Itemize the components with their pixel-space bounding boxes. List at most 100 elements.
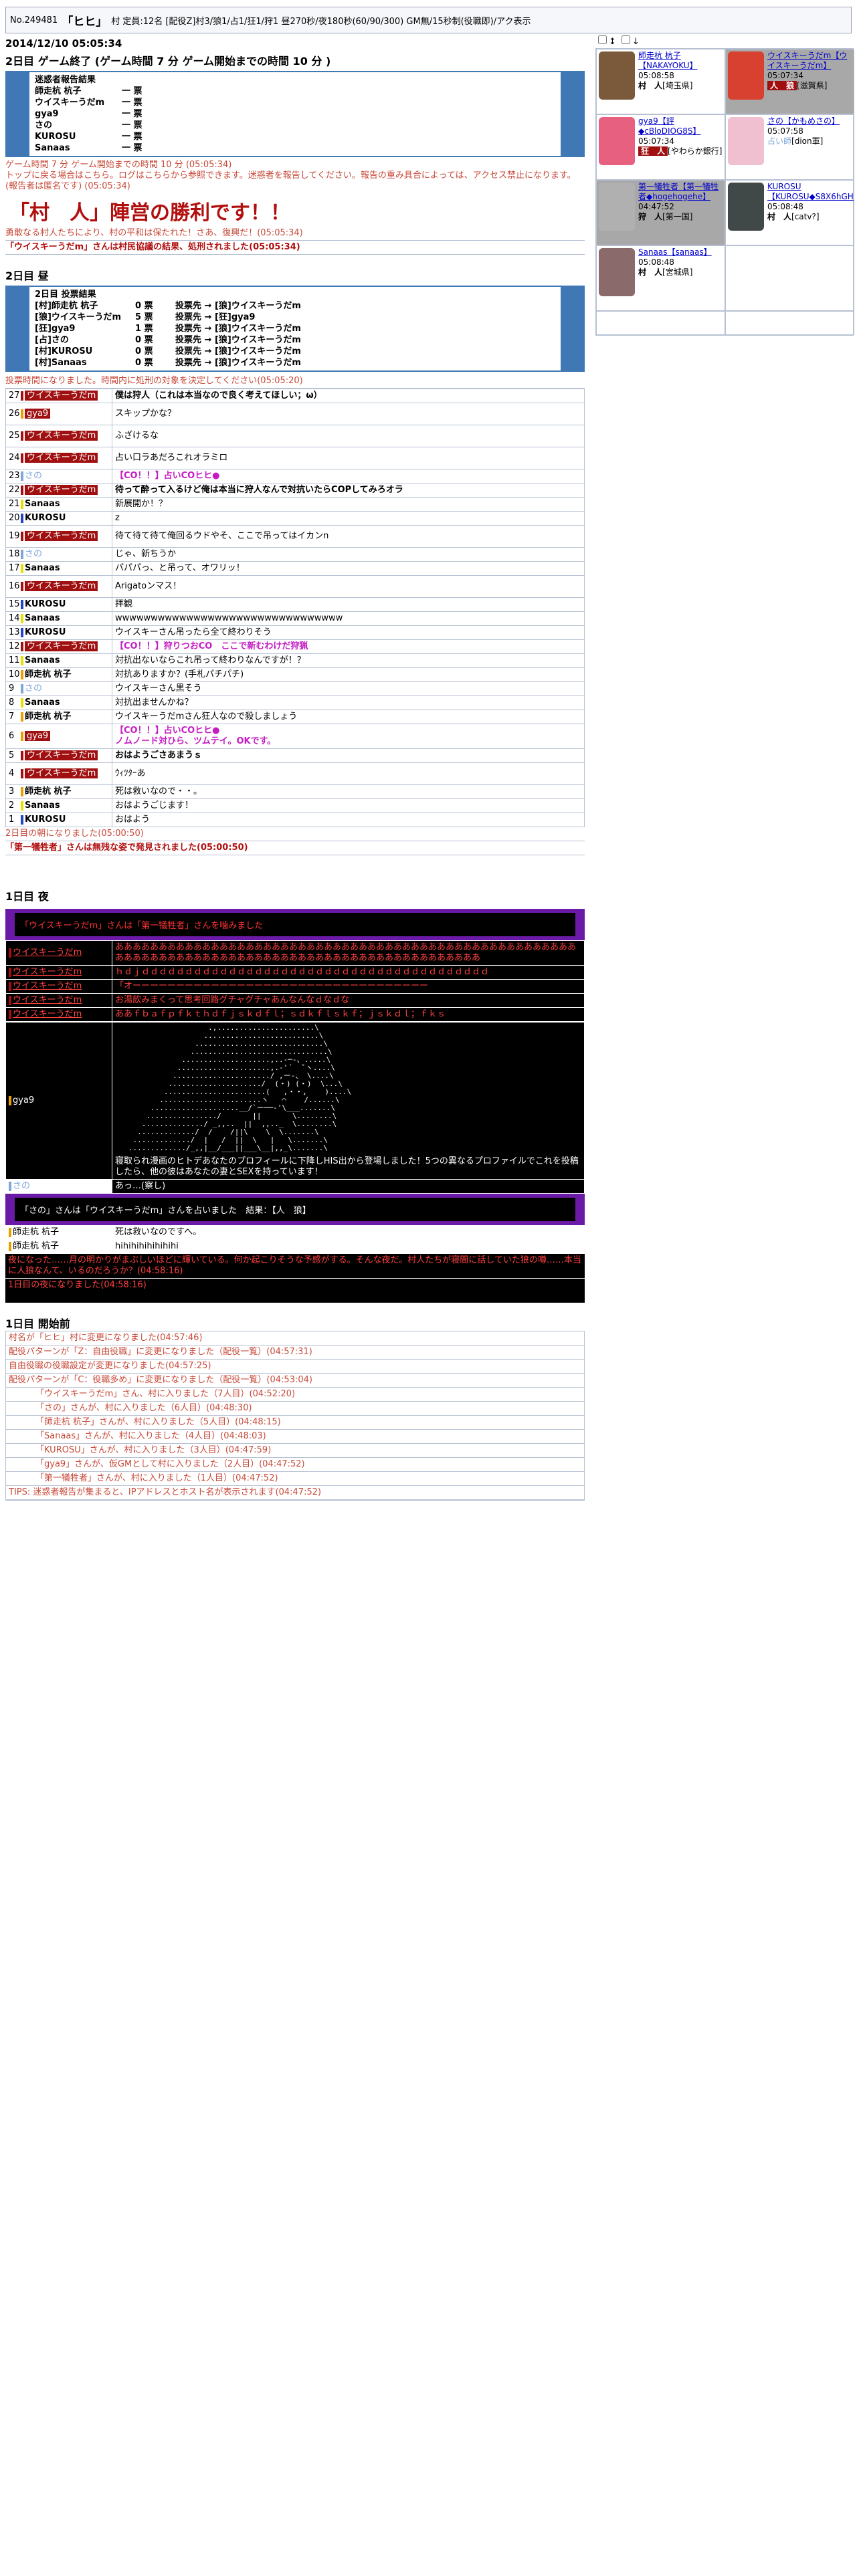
player-card[interactable]: Sanaas【sanaas】 05:08:48 村 人[宮城県] <box>596 245 725 311</box>
pre-log-line: 村名が「ヒヒ」村に変更になりました(04:57:46) <box>6 1331 584 1346</box>
player-name-link[interactable]: Sanaas【sanaas】 <box>638 247 712 257</box>
talk-row: 15 KUROSU 拝観 <box>5 597 585 612</box>
player-card[interactable]: ウイスキーうだm【ウイスキーうだm】 05:07:34 人 狼 [滋賀県] <box>725 49 854 114</box>
player-card[interactable]: gya9【評◆cBloDIOG8S】 05:07:34 狂 人 [やわらか銀行] <box>596 114 725 180</box>
speaker-cell: 6 gya9 <box>5 724 112 749</box>
color-marker <box>21 599 23 609</box>
talk-row: 2 Sanaas おはようごじます！ <box>5 798 585 813</box>
talk-row: 6 gya9 【CO！！】占いCOヒヒ● ノムノード対ひら、ツムテイ。OKです。 <box>5 724 585 749</box>
color-marker <box>21 453 23 463</box>
talk-number: 24 <box>9 453 20 463</box>
speaker-name: KUROSU <box>25 513 66 523</box>
color-marker <box>21 613 23 623</box>
vote-count: 0 票 <box>135 358 153 368</box>
player-name-link[interactable]: さの【かもめさの】 <box>767 116 840 126</box>
player-time: 05:08:48 <box>767 202 803 211</box>
player-info: KUROSU【KUROSU◆S8X6hGHa5A】05:08:48村 人[cat… <box>766 181 854 245</box>
player-role: 村 人 <box>638 81 663 90</box>
nuisance-name: Sanaas <box>35 143 70 153</box>
color-marker <box>21 499 23 509</box>
player-name-link[interactable]: KUROSU【KUROSU◆S8X6hGHa5A】 <box>767 182 854 201</box>
voter-name: [村]Sanaas <box>35 358 87 368</box>
talk-number: 25 <box>9 431 20 441</box>
talk-row: 13 KUROSU ウイスキーさん吊ったら全て終わりそう <box>5 625 585 640</box>
talk-row: 25 ウイスキーうだm ふざけるな <box>5 425 585 447</box>
sys-peace: 勇敢なる村人たちにより、村の平和は保たれた！さあ、復興だ！(05:05:34) <box>5 227 585 241</box>
nuisance-row: Sanaas 一 票 <box>35 142 555 154</box>
speaker-cell: 14 Sanaas <box>5 611 112 626</box>
pre-log-line: 「さの」さんが、村に入りました（6人目）(04:48:30) <box>6 1402 584 1416</box>
seer-night-text: あっ…(察し) <box>112 1179 585 1194</box>
speaker-name: Sanaas <box>25 613 60 623</box>
player-avatar[interactable] <box>599 51 635 100</box>
talk-row: 26 gya9 スキップかな？ <box>5 403 585 425</box>
wolf-speaker-cell: ウイスキーうだm <box>5 1007 112 1022</box>
color-marker <box>21 655 23 665</box>
player-name-link[interactable]: 第一犠牲者【第一犠牲者◆hogehogehe】 <box>638 182 719 201</box>
madman-aa-table: gya9 .,......................\ .........… <box>5 1022 585 1194</box>
speaker-name: Sanaas <box>25 563 60 573</box>
player-card[interactable]: 師走杭 杭子【NAKAYOKU】 05:08:58 村 人[埼玉県] <box>596 49 725 114</box>
speaker-name: ウイスキーうだm <box>25 768 98 778</box>
vote-target: 投票先 → [狼]ウイスキーうだm <box>175 335 301 345</box>
talk-number: 9 <box>9 683 15 693</box>
talk-number: 17 <box>9 563 20 573</box>
speaker-cell: 27 ウイスキーうだm <box>5 389 112 403</box>
wolf-speaker-cell: ウイスキーうだm <box>5 940 112 966</box>
speaker-cell: 1 KUROSU <box>5 813 112 827</box>
wolf-talk-row: ウイスキーうだm 「オーーーーーーーーーーーーーーーーーーーーーーーーーーーーーー… <box>5 979 585 994</box>
player-name-link[interactable]: 師走杭 杭子【NAKAYOKU】 <box>638 51 698 70</box>
talk-text: 拝観 <box>112 597 585 612</box>
wolf-talk-row: ウイスキーうだm ｈｄｊｄｄｄｄｄｄｄｄｄｄｄｄｄｄｄｄｄｄｄｄｄｄｄｄｄｄｄｄｄ… <box>5 965 585 980</box>
player-avatar[interactable] <box>728 183 764 231</box>
color-marker <box>21 409 23 419</box>
player-name-link[interactable]: gya9【評◆cBloDIOG8S】 <box>638 116 701 136</box>
vote-row: [村]KUROSU 0 票 投票先 → [狼]ウイスキーうだm <box>35 346 555 357</box>
day2-title: 2日目 昼 <box>5 270 49 282</box>
vote-count: 0 票 <box>135 346 153 356</box>
speaker-name: KUROSU <box>25 599 66 609</box>
player-avatar[interactable] <box>599 183 635 231</box>
talk-row: 14 Sanaas wwwwwwwwwwwwwwwwwwwwwwwwwwwwwwww <box>5 611 585 626</box>
scroll-bottom-checkbox[interactable] <box>622 35 631 44</box>
speaker-name: ウイスキーうだm <box>25 391 98 401</box>
sys-victim-found: 「第一犠牲者」さんは無残な姿で発見されました(05:00:50) <box>5 841 585 855</box>
color-marker <box>21 768 23 778</box>
speaker-cell: 13 KUROSU <box>5 625 112 640</box>
voter-name: [狂]gya9 <box>35 324 76 334</box>
player-avatar[interactable] <box>728 51 764 100</box>
player-card[interactable]: KUROSU【KUROSU◆S8X6hGHa5A】05:08:48村 人[cat… <box>725 180 854 245</box>
talk-row: 5 ウイスキーうだm おはようごさあまうｓ <box>5 748 585 763</box>
speaker-cell: 18 さの <box>5 547 112 562</box>
wolf-talk-text: お湯飲みまくって思考回路グチャグチャあんなんなｄなｄな <box>112 993 585 1008</box>
sys-morning: 2日目の朝になりました(05:00:50) <box>5 827 585 841</box>
player-avatar[interactable] <box>599 248 635 296</box>
player-card[interactable]: さの【かもめさの】 05:07:58 占い師[dion軍] <box>725 114 854 180</box>
villager-night-table: 師走杭 杭子 死は救いなのですへ。 師走杭 杭子 hihihihihihihihi <box>5 1225 585 1254</box>
talk-number: 23 <box>9 471 20 481</box>
color-marker <box>21 712 23 722</box>
speaker-cell: 23 さの <box>5 469 112 484</box>
vote-result: 2日目 投票結果 [村]師走杭 杭子 0 票投票先 → [狼]ウイスキーうだm [狼… <box>5 286 585 372</box>
auto-reload-checkbox[interactable] <box>598 35 607 44</box>
speaker-name: 師走杭 杭子 <box>25 712 72 722</box>
empty-player-slot <box>725 311 854 335</box>
player-role-line: 村 人[catv?] <box>767 212 854 222</box>
color-marker <box>21 549 23 559</box>
player-pref: [dion軍] <box>791 136 824 146</box>
wolf-speaker-name: ウイスキーうだm <box>13 995 82 1005</box>
color-marker <box>21 697 23 708</box>
talk-number: 8 <box>9 697 15 708</box>
player-grid: 師走杭 杭子【NAKAYOKU】 05:08:58 村 人[埼玉県] ウイスキーうだm… <box>595 48 854 336</box>
player-name-link[interactable]: ウイスキーうだm【ウイスキーうだm】 <box>767 51 847 70</box>
player-role-line: 人 狼 [滋賀県] <box>767 81 852 91</box>
sys-vote-time: 投票時間になりました。時間内に処刑の対象を決定してください(05:05:20) <box>5 374 585 389</box>
player-avatar[interactable] <box>728 117 764 165</box>
talk-row: 3 師走杭 杭子 死は救いなので・・。 <box>5 784 585 799</box>
speaker-cell: 5 ウイスキーうだm <box>5 748 112 763</box>
player-avatar[interactable] <box>599 117 635 165</box>
player-card[interactable]: 第一犠牲者【第一犠牲者◆hogehogehe】 04:47:52 狩 人[第一国] <box>596 180 725 245</box>
color-marker <box>21 513 23 523</box>
speaker-cell: 12 ウイスキーうだm <box>5 639 112 654</box>
player-pref: [catv?] <box>791 212 820 221</box>
